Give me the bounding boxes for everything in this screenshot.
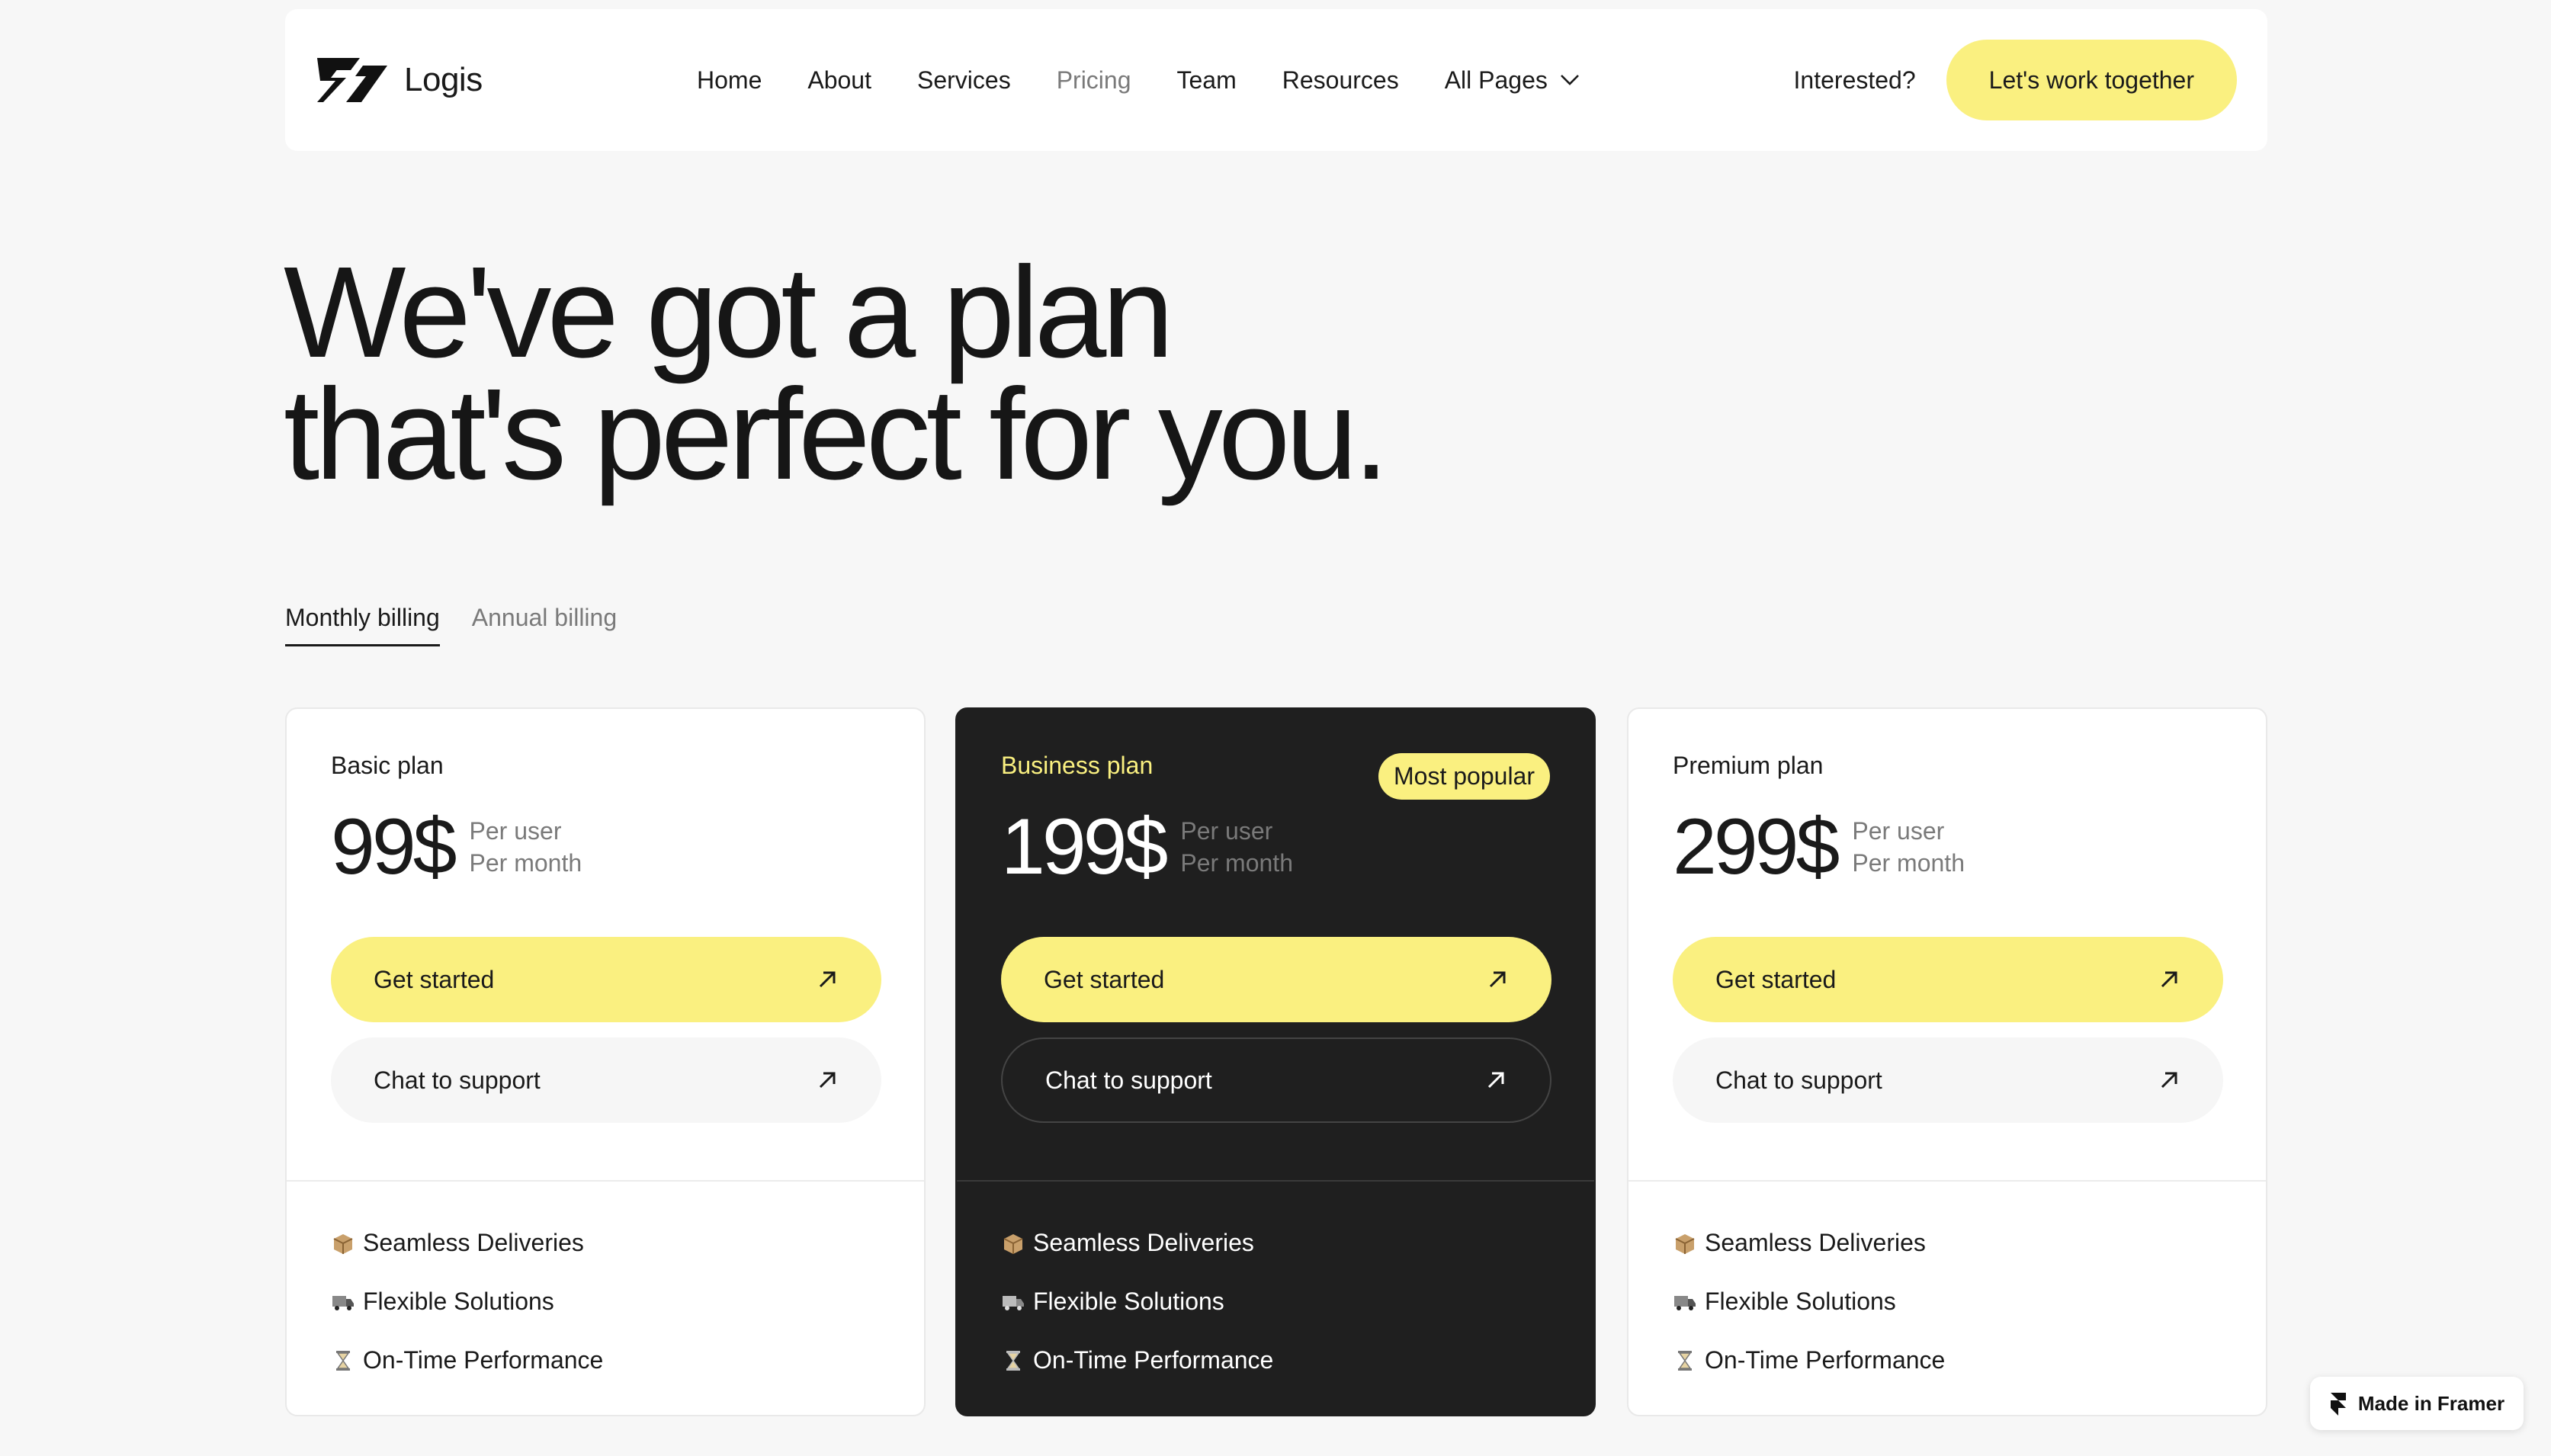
price-row: 199$ Per user Per month: [1001, 801, 1550, 893]
arrow-up-right-icon: [819, 1072, 836, 1089]
feature-list: Seamless Deliveries Flexible Solutions O…: [1628, 1182, 2266, 1374]
billing-tabs: Monthly billing Annual billing: [285, 604, 617, 646]
arrow-up-right-icon: [819, 971, 836, 988]
chat-support-button[interactable]: Chat to support: [1001, 1037, 1551, 1123]
feature-label: Seamless Deliveries: [363, 1229, 584, 1256]
top-navbar: Logis Home About Services Pricing Team R…: [285, 9, 2267, 151]
feature-label: On-Time Performance: [363, 1346, 604, 1374]
nav-services[interactable]: Services: [917, 66, 1011, 95]
nav-links: Home About Services Pricing Team Resourc…: [697, 9, 1625, 151]
card-header: Basic plan 99$ Per user Per month Get st…: [287, 709, 924, 1182]
feature-list: Seamless Deliveries Flexible Solutions O…: [957, 1182, 1594, 1374]
get-started-label: Get started: [374, 965, 495, 993]
feature-label: Flexible Solutions: [363, 1288, 554, 1315]
card-header: Premium plan 299$ Per user Per month Get…: [1628, 709, 2266, 1182]
feature-label: Seamless Deliveries: [1705, 1229, 1926, 1256]
hero-line-2: that's perfect for you.: [284, 362, 1389, 507]
pricing-card-business: Business plan Most popular 199$ Per user…: [955, 707, 1596, 1416]
hero-heading: We've got a plan that's perfect for you.: [284, 240, 1389, 507]
feature-item: Flexible Solutions: [1673, 1288, 2222, 1316]
interested-text: Interested?: [1793, 66, 1916, 94]
plan-price: 299$: [1673, 803, 1840, 891]
feature-label: Seamless Deliveries: [1033, 1229, 1254, 1256]
plan-price: 199$: [1001, 803, 1168, 891]
get-started-button[interactable]: Get started: [331, 937, 881, 1022]
nav-all-pages-dropdown[interactable]: All Pages: [1445, 66, 1580, 95]
plan-name: Premium plan: [1673, 752, 1824, 779]
arrow-up-right-icon: [1489, 971, 1506, 988]
get-started-button[interactable]: Get started: [1673, 937, 2223, 1022]
feature-label: Flexible Solutions: [1705, 1288, 1896, 1315]
per-month-label: Per month: [469, 849, 582, 877]
package-icon: [1003, 1233, 1023, 1254]
nav-home[interactable]: Home: [697, 66, 762, 95]
get-started-label: Get started: [1715, 965, 1837, 993]
get-started-button[interactable]: Get started: [1001, 937, 1551, 1022]
feature-item: Seamless Deliveries: [1673, 1229, 2222, 1257]
get-started-label: Get started: [1044, 965, 1165, 993]
feature-item: On-Time Performance: [1001, 1346, 1550, 1374]
feature-item: On-Time Performance: [1673, 1346, 2222, 1374]
page: Logis Home About Services Pricing Team R…: [0, 0, 2551, 1456]
hourglass-icon: [336, 1350, 350, 1371]
plan-price: 99$: [331, 803, 457, 891]
plan-name: Basic plan: [331, 752, 444, 779]
chat-support-label: Chat to support: [1715, 1066, 1882, 1094]
per-month-label: Per month: [1180, 849, 1293, 877]
nav-all-pages-label: All Pages: [1444, 66, 1548, 94]
nav-right: Interested? Let's work together: [1794, 9, 2237, 151]
chevron-down-icon: [1560, 75, 1579, 85]
feature-item: Seamless Deliveries: [331, 1229, 880, 1257]
brand[interactable]: Logis: [316, 55, 483, 105]
brand-name: Logis: [404, 61, 483, 98]
framer-logo-icon: [2330, 1393, 2346, 1416]
nav-pricing[interactable]: Pricing: [1057, 66, 1131, 95]
price-row: 99$ Per user Per month: [331, 801, 880, 893]
arrow-up-right-icon: [2161, 1072, 2177, 1089]
nav-resources[interactable]: Resources: [1282, 66, 1399, 95]
framer-badge-label: Made in Framer: [2357, 1391, 2505, 1415]
price-period: Per user Per month: [1180, 815, 1293, 879]
feature-item: Seamless Deliveries: [1001, 1229, 1550, 1257]
truck-icon: [1674, 1295, 1696, 1310]
per-user-label: Per user: [1180, 817, 1273, 845]
per-month-label: Per month: [1852, 849, 1965, 877]
price-period: Per user Per month: [470, 815, 582, 879]
tab-annual-billing[interactable]: Annual billing: [472, 604, 617, 646]
feature-item: On-Time Performance: [331, 1346, 880, 1374]
tab-monthly-billing[interactable]: Monthly billing: [285, 604, 440, 646]
work-together-button[interactable]: Let's work together: [1946, 40, 2237, 120]
nav-about[interactable]: About: [807, 66, 871, 95]
per-user-label: Per user: [469, 817, 562, 845]
feature-label: On-Time Performance: [1033, 1346, 1274, 1374]
hourglass-icon: [1678, 1350, 1692, 1371]
feature-item: Flexible Solutions: [1001, 1288, 1550, 1316]
arrow-up-right-icon: [1487, 1072, 1504, 1089]
card-header: Business plan Most popular 199$ Per user…: [957, 709, 1594, 1182]
per-user-label: Per user: [1852, 817, 1945, 845]
truck-icon: [332, 1295, 354, 1310]
chat-support-label: Chat to support: [374, 1066, 541, 1094]
chat-support-button[interactable]: Chat to support: [331, 1037, 881, 1123]
feature-list: Seamless Deliveries Flexible Solutions O…: [287, 1182, 924, 1374]
hourglass-icon: [1006, 1350, 1020, 1371]
nav-team[interactable]: Team: [1177, 66, 1237, 95]
truck-icon: [1003, 1295, 1024, 1310]
price-row: 299$ Per user Per month: [1673, 801, 2222, 893]
hero-line-1: We've got a plan: [284, 240, 1174, 385]
feature-label: Flexible Solutions: [1033, 1288, 1224, 1315]
logis-logo-icon: [317, 58, 387, 102]
feature-item: Flexible Solutions: [331, 1288, 880, 1316]
package-icon: [1675, 1233, 1695, 1254]
pricing-card-premium: Premium plan 299$ Per user Per month Get…: [1627, 707, 2267, 1416]
feature-label: On-Time Performance: [1705, 1346, 1946, 1374]
arrow-up-right-icon: [2161, 971, 2177, 988]
price-period: Per user Per month: [1852, 815, 1965, 879]
pricing-card-basic: Basic plan 99$ Per user Per month Get st…: [285, 707, 926, 1416]
package-icon: [333, 1233, 353, 1254]
chat-support-label: Chat to support: [1045, 1066, 1212, 1094]
chat-support-button[interactable]: Chat to support: [1673, 1037, 2223, 1123]
most-popular-badge: Most popular: [1378, 753, 1550, 800]
made-in-framer-badge[interactable]: Made in Framer: [2310, 1377, 2524, 1430]
